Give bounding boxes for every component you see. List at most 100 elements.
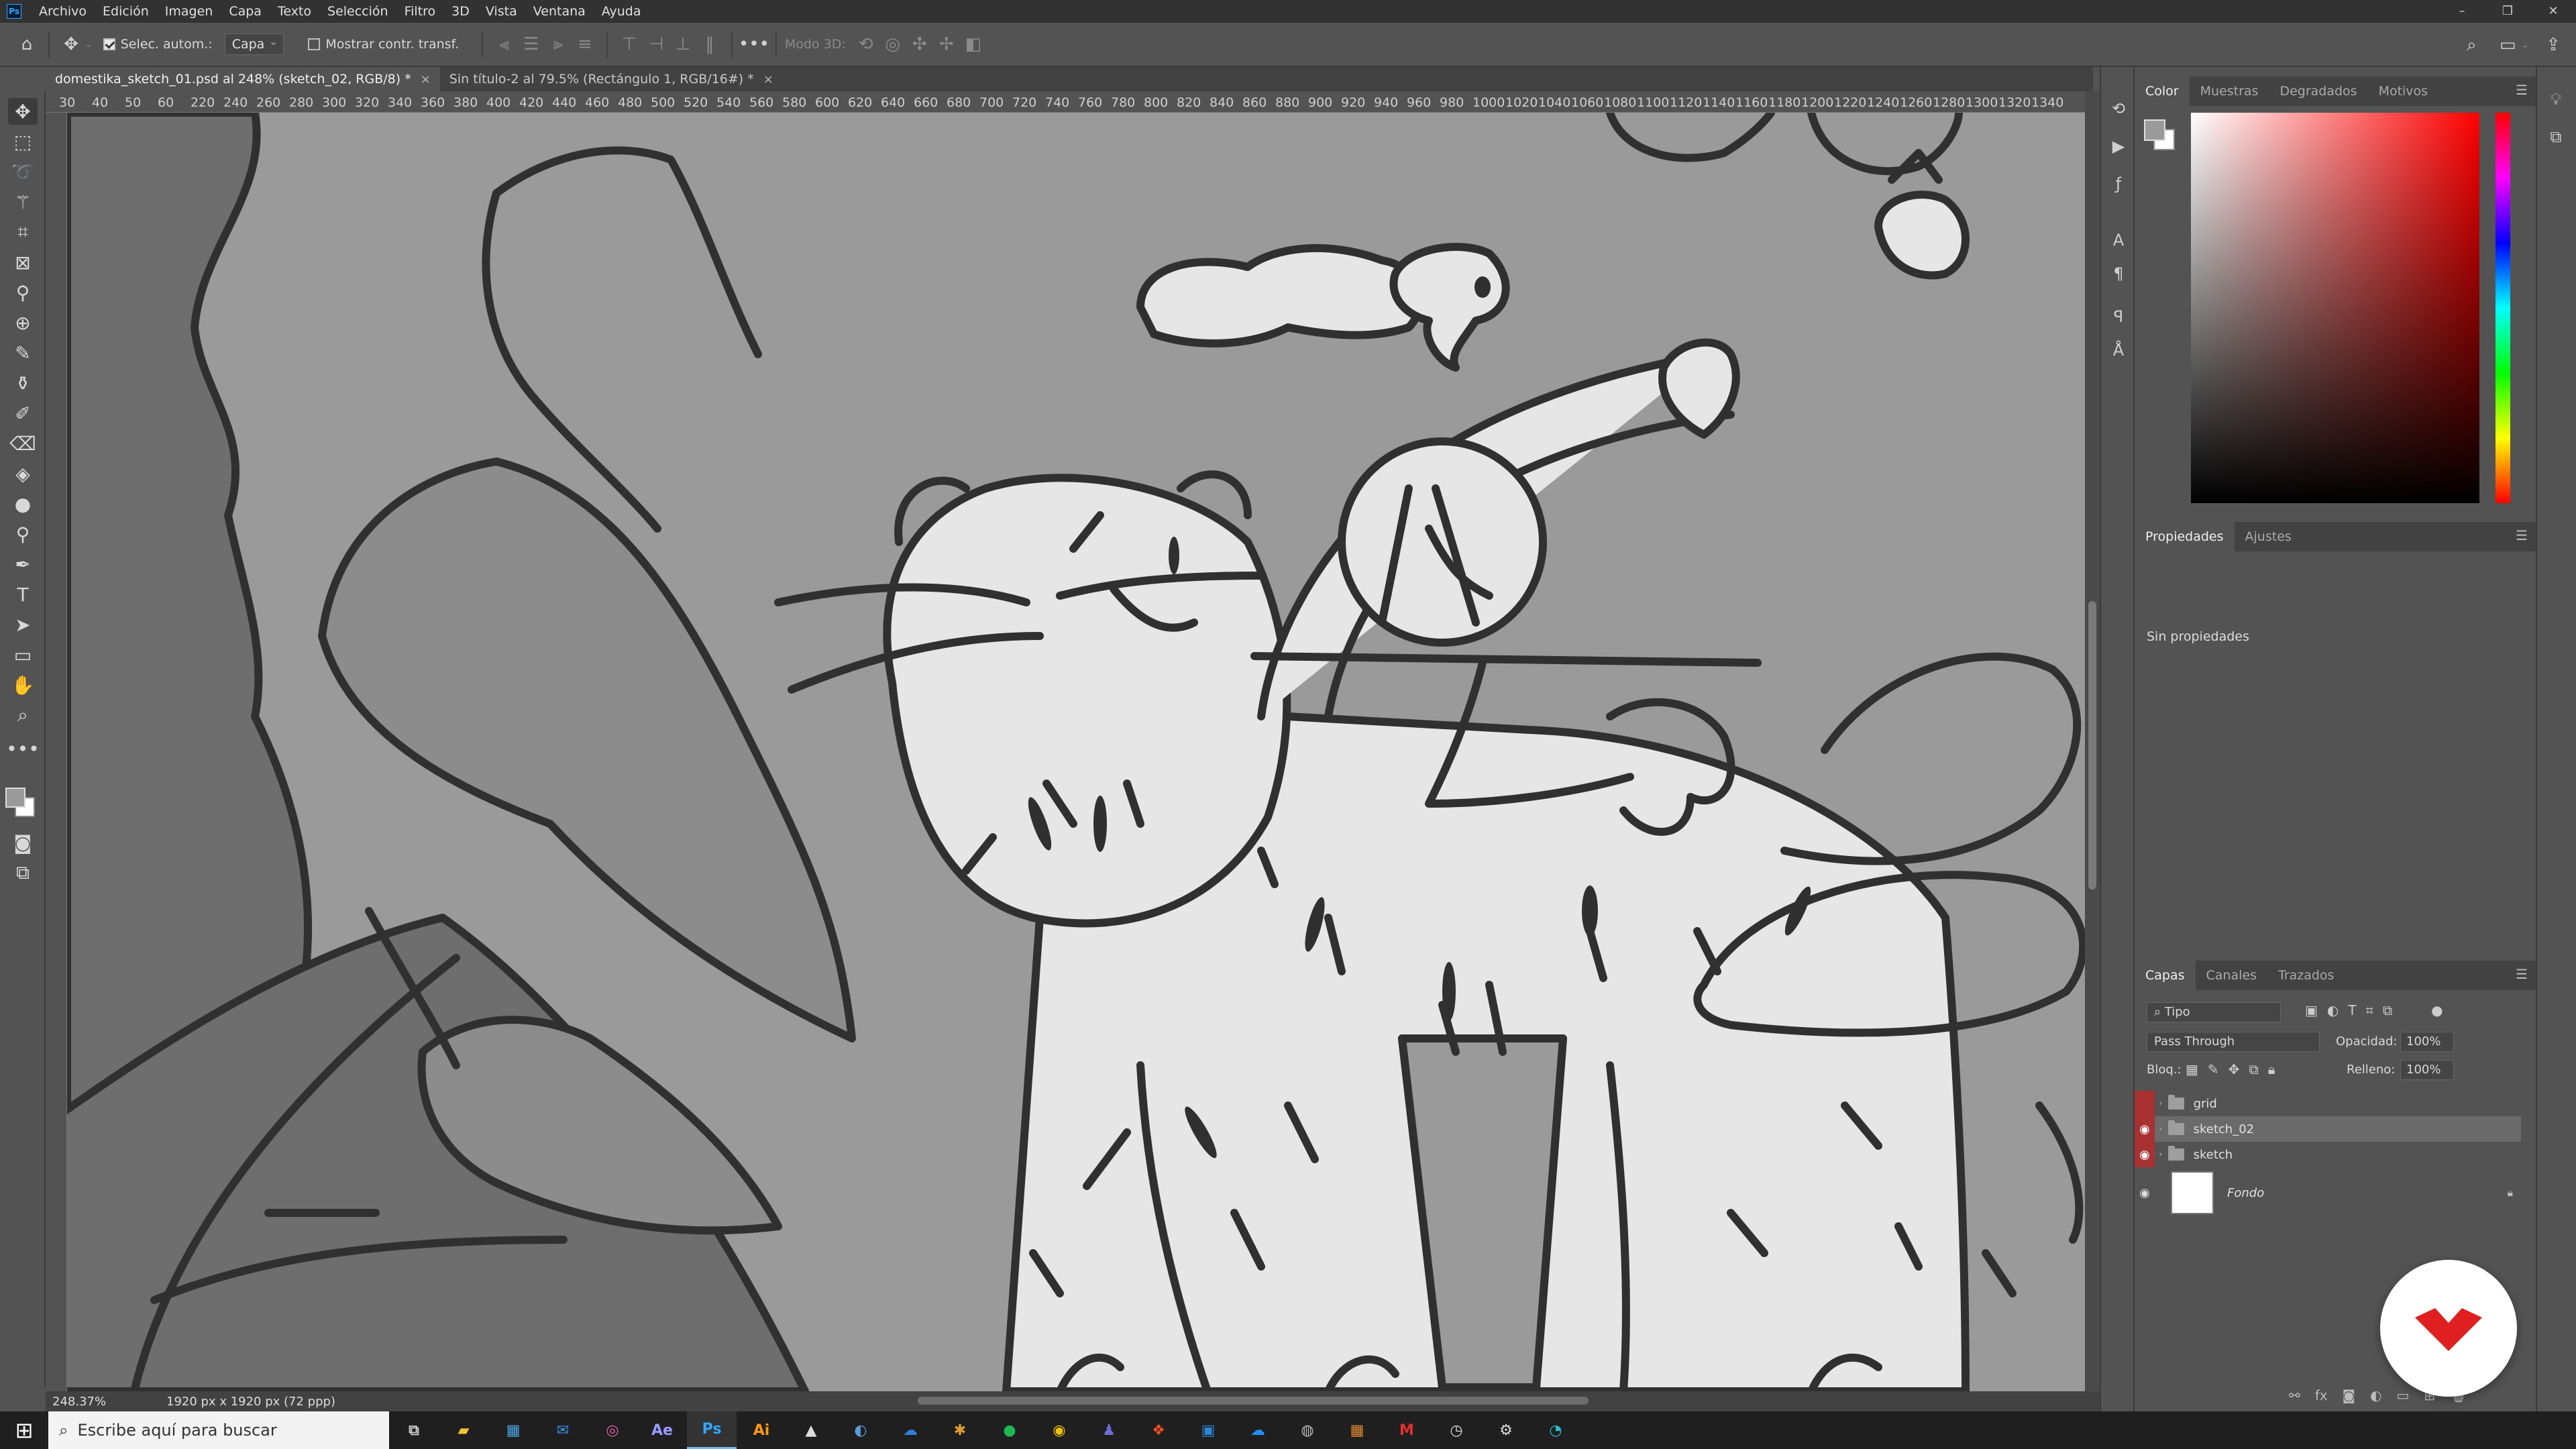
menu-ventana[interactable]: Ventana [525, 4, 594, 19]
move-tool-icon[interactable]: ✥ [8, 98, 38, 125]
libraries-icon[interactable]: ⧉ [2544, 125, 2568, 149]
workspace-icon[interactable]: ▭ [2494, 32, 2521, 58]
tab-muestras[interactable]: Muestras [2190, 76, 2269, 106]
tab-trazados[interactable]: Trazados [2267, 961, 2345, 990]
distribute-vertical-icon[interactable]: ‖ [696, 31, 723, 58]
slide-3d-icon[interactable]: ✢ [933, 31, 960, 58]
layer-row-sketch[interactable]: ◉ › sketch [2135, 1142, 2521, 1167]
more-options-icon[interactable]: ••• [739, 31, 769, 58]
tab-domestika-sketch[interactable]: domestika_sketch_01.psd al 248% (sketch_… [46, 67, 440, 91]
spotify-icon[interactable]: ● [985, 1411, 1034, 1449]
marquee-tool-icon[interactable]: ⬚ [8, 128, 38, 155]
file-explorer-icon[interactable]: ▰ [439, 1411, 488, 1449]
layer-row-fondo[interactable]: ◉ Fondo 🔒︎ [2135, 1171, 2521, 1214]
document-canvas[interactable] [67, 113, 2085, 1391]
taskbar-search[interactable]: ⌕ Escribe aquí para buscar [48, 1411, 389, 1449]
dodge-tool-icon[interactable]: ⚲ [8, 521, 38, 547]
blend-mode-dropdown[interactable]: Pass Through [2147, 1032, 2320, 1052]
tab-motivos[interactable]: Motivos [2368, 76, 2439, 106]
lock-all-icon[interactable]: 🔒︎ [2268, 1061, 2275, 1077]
color-picker-field[interactable] [2191, 113, 2479, 503]
windows-start-icon[interactable]: ⊞ [0, 1417, 48, 1443]
history-icon[interactable]: ⟲ [2106, 97, 2131, 121]
character-styles-icon[interactable]: Å [2106, 338, 2131, 362]
layer-comps-icon[interactable]: ƒ [2106, 172, 2131, 196]
layer-name[interactable]: sketch [2194, 1148, 2233, 1162]
minimize-button[interactable]: – [2439, 0, 2485, 23]
pixel-filter-icon[interactable]: ▣ [2305, 1002, 2318, 1018]
path-selection-tool-icon[interactable]: ➤ [8, 611, 38, 638]
adjustment-layer-icon[interactable]: ◐ [2370, 1387, 2381, 1403]
foreground-color-chip[interactable] [2144, 119, 2165, 141]
quick-mask-icon[interactable]: ◙ [8, 829, 38, 856]
cinema4d-icon[interactable]: ◍ [1283, 1411, 1332, 1449]
teams-icon[interactable]: ♟ [1084, 1411, 1134, 1449]
tab-sin-titulo-2[interactable]: Sin título-2 al 79.5% (Rectángulo 1, RGB… [440, 67, 783, 91]
hand-tool-icon[interactable]: ✋ [8, 672, 38, 698]
auto-select-target-dropdown[interactable]: Capa [224, 32, 284, 55]
screen-mode-icon[interactable]: ⧉ [8, 859, 38, 886]
menu-vista[interactable]: Vista [478, 4, 525, 19]
move-tool-preset-icon[interactable]: ✥ [58, 31, 85, 58]
cloud-icon[interactable]: ☁ [1233, 1411, 1283, 1449]
tab-ajustes[interactable]: Ajustes [2235, 522, 2302, 551]
zoom-tool-icon[interactable]: ⌕ [8, 702, 38, 729]
onedrive-icon[interactable]: ☁ [885, 1411, 935, 1449]
tab-color[interactable]: Color [2135, 76, 2190, 106]
layer-filter-dropdown[interactable]: ⌕ Tipo [2147, 1002, 2281, 1022]
chevron-down-icon[interactable]: ⌄ [85, 39, 93, 50]
figma-icon[interactable]: ❖ [1134, 1411, 1183, 1449]
actions-icon[interactable]: ▶ [2106, 134, 2131, 158]
foreground-color-swatch[interactable] [5, 788, 25, 808]
orbit-3d-icon[interactable]: ⟲ [853, 31, 879, 58]
layer-effects-icon[interactable]: fx [2315, 1387, 2328, 1403]
menu-texto[interactable]: Texto [270, 4, 319, 19]
chevron-right-icon[interactable]: › [2159, 1124, 2163, 1134]
menu-archivo[interactable]: Archivo [31, 4, 95, 19]
tab-canales[interactable]: Canales [2196, 961, 2267, 990]
chevron-right-icon[interactable]: › [2159, 1098, 2163, 1109]
layer-name[interactable]: grid [2194, 1097, 2217, 1111]
word-icon[interactable]: ◐ [836, 1411, 885, 1449]
paragraph-icon[interactable]: ¶ [2106, 262, 2131, 286]
fill-input[interactable]: 100% [2400, 1060, 2454, 1080]
align-top-icon[interactable]: ⊤ [616, 31, 643, 58]
tab-degradados[interactable]: Degradados [2269, 76, 2367, 106]
lasso-tool-icon[interactable]: ➰ [8, 158, 38, 185]
glyphs-icon[interactable]: ꟼ [2106, 305, 2131, 329]
align-middle-icon[interactable]: ⊣ [643, 31, 669, 58]
layer-row-sketch-02[interactable]: ◉ › sketch_02 [2135, 1116, 2521, 1142]
app-icon[interactable]: ▣ [1183, 1411, 1233, 1449]
vertical-scrollbar[interactable] [2085, 91, 2100, 1391]
layer-visibility-toggle[interactable] [2135, 1091, 2155, 1116]
zoom-level[interactable]: 248.37% [46, 1395, 126, 1409]
menu-3d[interactable]: 3D [443, 4, 478, 19]
edge-icon[interactable]: ◔ [1531, 1411, 1580, 1449]
layer-visibility-toggle[interactable]: ◉ [2135, 1116, 2155, 1142]
illustrator-icon[interactable]: Ai [737, 1411, 786, 1449]
photos-icon[interactable]: ▲ [786, 1411, 836, 1449]
brush-tool-icon[interactable]: ✎ [8, 339, 38, 366]
shape-filter-icon[interactable]: ⌗ [2366, 1002, 2373, 1018]
chevron-right-icon[interactable]: › [2159, 1149, 2163, 1160]
magic-wand-tool-icon[interactable]: ⚚ [8, 189, 38, 215]
photoshop-icon[interactable]: Ps [687, 1411, 737, 1449]
mail-icon[interactable]: ✉ [538, 1411, 588, 1449]
tab-capas[interactable]: Capas [2135, 961, 2196, 990]
restore-button[interactable]: ❐ [2485, 0, 2530, 23]
type-filter-icon[interactable]: T [2348, 1002, 2356, 1018]
menu-seleccion[interactable]: Selección [319, 4, 396, 19]
filter-toggle-icon[interactable]: ● [2431, 1002, 2443, 1018]
healing-brush-tool-icon[interactable]: ⊕ [8, 309, 38, 336]
align-right-icon[interactable]: ⫸ [545, 31, 572, 58]
layer-visibility-toggle[interactable]: ◉ [2135, 1142, 2155, 1167]
menu-filtro[interactable]: Filtro [396, 4, 444, 19]
lock-position-icon[interactable]: ✥ [2229, 1061, 2240, 1077]
grid-app-icon[interactable]: ▦ [1332, 1411, 1382, 1449]
scroll-thumb[interactable] [2088, 601, 2096, 890]
instagram-icon[interactable]: ◎ [588, 1411, 637, 1449]
close-tab-icon[interactable]: × [421, 72, 431, 87]
distribute-icon[interactable]: ≡ [572, 31, 598, 58]
after-effects-icon[interactable]: Ae [637, 1411, 687, 1449]
clock-icon[interactable]: ◷ [1432, 1411, 1481, 1449]
